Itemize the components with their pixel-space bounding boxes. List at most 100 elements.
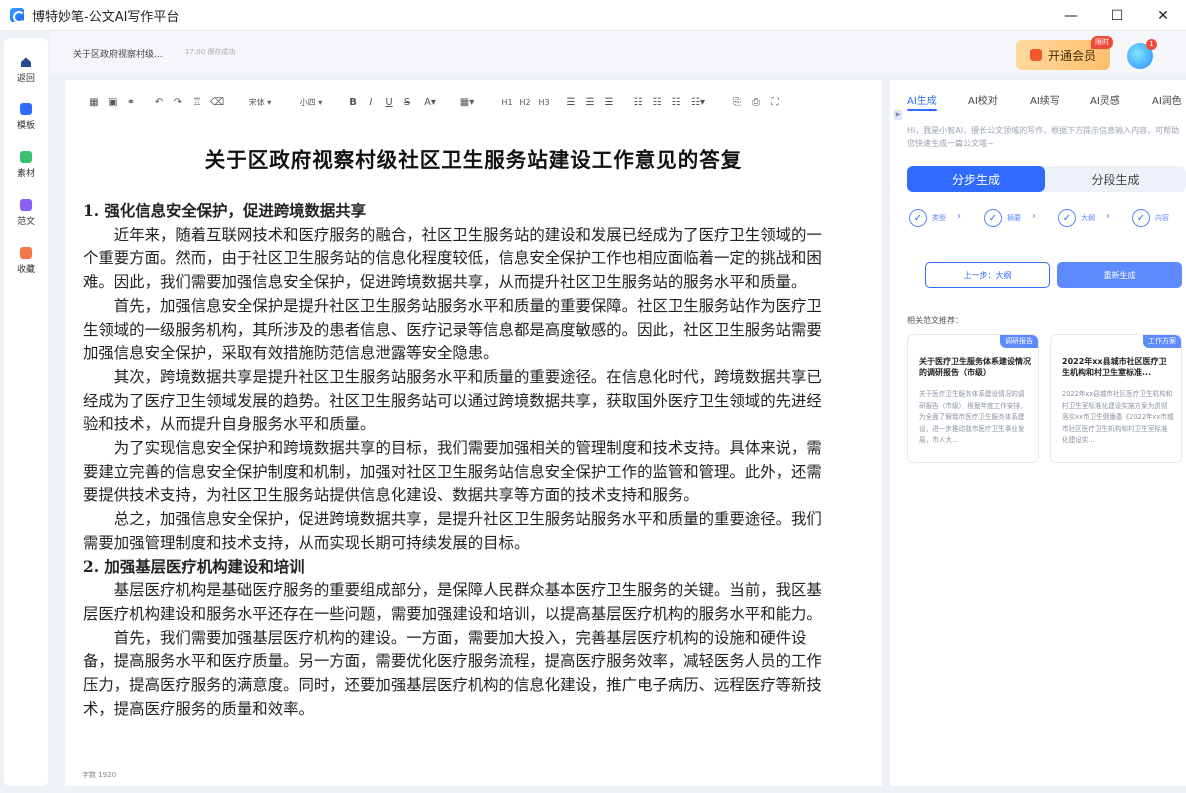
- align-left-icon[interactable]: ☰: [564, 93, 578, 111]
- step-label: 摘要: [1007, 214, 1021, 222]
- body-paragraph[interactable]: 首先，加强信息安全保护是提升社区卫生服务站服务水平和质量的重要保障。社区卫生服务…: [83, 295, 823, 366]
- vip-badge: 限时: [1091, 36, 1113, 49]
- nav-label: 范文: [16, 217, 35, 227]
- close-button[interactable]: ✕: [1140, 0, 1186, 31]
- font-size-value: 小四: [299, 97, 316, 107]
- ai-panel: AI生成 AI校对 AI续写 AI灵感 AI润色 ▶ Hi，我是小智AI，擅长公…: [890, 80, 1186, 786]
- card-title: 2022年xx县城市社区医疗卫生机构和村卫生室标准...: [1062, 357, 1167, 377]
- redo-icon[interactable]: ↷: [171, 93, 185, 111]
- body-paragraph[interactable]: 总之，加强信息安全保护，促进跨境数据共享，是提升社区卫生服务站服务水平和质量的重…: [83, 508, 823, 555]
- template-icon: [20, 103, 32, 115]
- recommend-card[interactable]: 调研报告 关于医疗卫生服务体系建设情况的调研报告（市级） 关于医疗卫生服务体系建…: [907, 334, 1039, 463]
- active-tab-indicator: [907, 109, 937, 111]
- nav-item-material[interactable]: 素材: [4, 151, 48, 179]
- nav-item-back[interactable]: 返回: [4, 56, 48, 84]
- print-icon[interactable]: ⎙: [749, 93, 763, 111]
- body-paragraph[interactable]: 其次，跨境数据共享是提升社区卫生服务站服务水平和质量的重要途径。在信息化时代，跨…: [83, 366, 823, 437]
- format-painter-icon[interactable]: ♖: [190, 93, 204, 111]
- insert-image-icon[interactable]: ▣: [106, 93, 120, 111]
- underline-button[interactable]: U: [383, 93, 395, 111]
- left-sidebar: 返回 模板 素材 范文 收藏: [4, 38, 48, 786]
- body-paragraph[interactable]: 基层医疗机构是基础医疗服务的重要组成部分，是保障人民群众基本医疗卫生服务的关键。…: [83, 579, 823, 626]
- tab-ai-continue[interactable]: AI续写: [1030, 92, 1060, 107]
- align-center-icon[interactable]: ☰: [583, 93, 597, 111]
- link-icon[interactable]: ⚭: [124, 93, 138, 111]
- editor: ▦ ▣ ⚭ ↶ ↷ ♖ ⌫ 宋体 ▾ 小四 ▾ B I U S A▾ ▦▾ H1…: [65, 80, 882, 786]
- step-summary[interactable]: ✓ 摘要: [984, 208, 1021, 228]
- nav-item-sample[interactable]: 范文: [4, 199, 48, 227]
- heading3-button[interactable]: H3: [536, 93, 552, 111]
- generate-mode-switch: 分步生成 分段生成: [907, 166, 1186, 192]
- tab-ai-generate[interactable]: AI生成: [907, 92, 937, 107]
- ai-greeting: Hi，我是小智AI，擅长公文领域的写作，根据下方提示信息输入内容，可帮助您快速生…: [907, 126, 1180, 148]
- bold-button[interactable]: B: [347, 93, 359, 111]
- unordered-list-icon[interactable]: ☷: [650, 93, 664, 111]
- recommend-title: 相关范文推荐：: [907, 316, 963, 325]
- previous-step-button[interactable]: 上一步：大纲: [925, 262, 1050, 288]
- recommend-card[interactable]: 工作方案 2022年xx县城市社区医疗卫生机构和村卫生室标准... 2022年x…: [1050, 334, 1182, 463]
- chevron-right-icon: ›: [1106, 211, 1110, 222]
- card-description: 关于医疗卫生服务体系建设情况的调研报告（市级） 根据年度工作安排，为全面了解我市…: [919, 390, 1027, 444]
- document-body[interactable]: 1. 强化信息安全保护，促进跨境数据共享 近年来，随着互联网技术和医疗服务的融合，…: [83, 200, 823, 721]
- font-family-value: 宋体: [248, 97, 265, 107]
- editor-toolbar: ▦ ▣ ⚭ ↶ ↷ ♖ ⌫ 宋体 ▾ 小四 ▾ B I U S A▾ ▦▾ H1…: [65, 93, 882, 111]
- step-mode-button[interactable]: 分步生成: [907, 166, 1045, 192]
- section-heading[interactable]: 2. 加强基层医疗机构建设和培训: [83, 556, 823, 580]
- clear-format-icon[interactable]: ⌫: [210, 93, 224, 111]
- body-paragraph[interactable]: 近年来，随着互联网技术和医疗服务的融合，社区卫生服务站的建设和发展已经成为了医疗…: [83, 224, 823, 295]
- minimize-button[interactable]: —: [1048, 0, 1094, 31]
- nav-item-template[interactable]: 模板: [4, 103, 48, 131]
- table-icon[interactable]: ▦▾: [456, 93, 478, 111]
- collapse-panel-icon[interactable]: ▶: [894, 110, 902, 120]
- document-title[interactable]: 关于区政府视察村级社区卫生服务站建设工作意见的答复: [65, 143, 882, 173]
- heading1-button[interactable]: H1: [499, 93, 515, 111]
- step-label: 内容: [1155, 214, 1169, 222]
- section-heading[interactable]: 1. 强化信息安全保护，促进跨境数据共享: [83, 200, 823, 224]
- document-name[interactable]: 关于区政府视察村级...: [73, 47, 163, 60]
- window-controls: — ☐ ✕: [1048, 0, 1186, 31]
- export-icon[interactable]: ⎘: [730, 93, 744, 111]
- notification-badge: 1: [1146, 39, 1157, 50]
- word-count: 字数 1920: [82, 771, 117, 779]
- card-description: 2022年xx县城市社区医疗卫生机构和村卫生室标准化建设实施方案为贯彻落实xx市…: [1062, 390, 1174, 444]
- vip-icon: [1029, 49, 1042, 61]
- tab-ai-polish[interactable]: AI润色: [1152, 92, 1182, 107]
- body-paragraph[interactable]: 为了实现信息安全保护和跨境数据共享的目标，我们需要加强相关的管理制度和技术支持。…: [83, 437, 823, 508]
- nav-label: 收藏: [16, 265, 35, 275]
- indent-icon[interactable]: ☷: [669, 93, 683, 111]
- tab-ai-proofread[interactable]: AI校对: [968, 92, 998, 107]
- italic-button[interactable]: I: [365, 93, 377, 111]
- align-right-icon[interactable]: ☰: [602, 93, 616, 111]
- document-header: 关于区政府视察村级... 17:00 保存成功 开通会员 限时 1: [50, 31, 1186, 75]
- insert-table-icon[interactable]: ▦: [87, 93, 101, 111]
- step-type[interactable]: ✓ 类型: [909, 208, 946, 228]
- check-icon: ✓: [1132, 209, 1150, 227]
- step-content[interactable]: ✓ 内容: [1132, 208, 1169, 228]
- section-mode-button[interactable]: 分段生成: [1045, 166, 1186, 192]
- home-icon: [21, 57, 31, 67]
- chevron-right-icon: ›: [957, 211, 961, 222]
- line-height-icon[interactable]: ☷▾: [687, 93, 709, 111]
- font-color-icon[interactable]: A▾: [421, 93, 439, 111]
- nav-label: 模板: [16, 121, 35, 131]
- favorite-icon: [20, 247, 32, 259]
- step-label: 类型: [932, 214, 946, 222]
- chevron-right-icon: ›: [1032, 211, 1036, 222]
- tab-ai-inspiration[interactable]: AI灵感: [1090, 92, 1120, 107]
- body-paragraph[interactable]: 首先，我们需要加强基层医疗机构的建设。一方面，需要加大投入，完善基层医疗机构的设…: [83, 627, 823, 722]
- heading2-button[interactable]: H2: [517, 93, 533, 111]
- undo-icon[interactable]: ↶: [152, 93, 166, 111]
- ordered-list-icon[interactable]: ☷: [631, 93, 645, 111]
- vip-label: 开通会员: [1047, 48, 1096, 63]
- maximize-button[interactable]: ☐: [1094, 0, 1140, 31]
- regenerate-button[interactable]: 重新生成: [1057, 262, 1182, 288]
- font-size-select[interactable]: 小四 ▾: [295, 93, 327, 111]
- nav-item-favorite[interactable]: 收藏: [4, 247, 48, 275]
- strikethrough-button[interactable]: S: [401, 93, 413, 111]
- step-outline[interactable]: ✓ 大纲: [1058, 208, 1095, 228]
- fullscreen-icon[interactable]: ⛶: [768, 93, 782, 111]
- font-family-select[interactable]: 宋体 ▾: [245, 93, 275, 111]
- step-label: 大纲: [1081, 214, 1095, 222]
- card-title: 关于医疗卫生服务体系建设情况的调研报告（市级）: [919, 357, 1031, 377]
- nav-label: 素材: [16, 169, 35, 179]
